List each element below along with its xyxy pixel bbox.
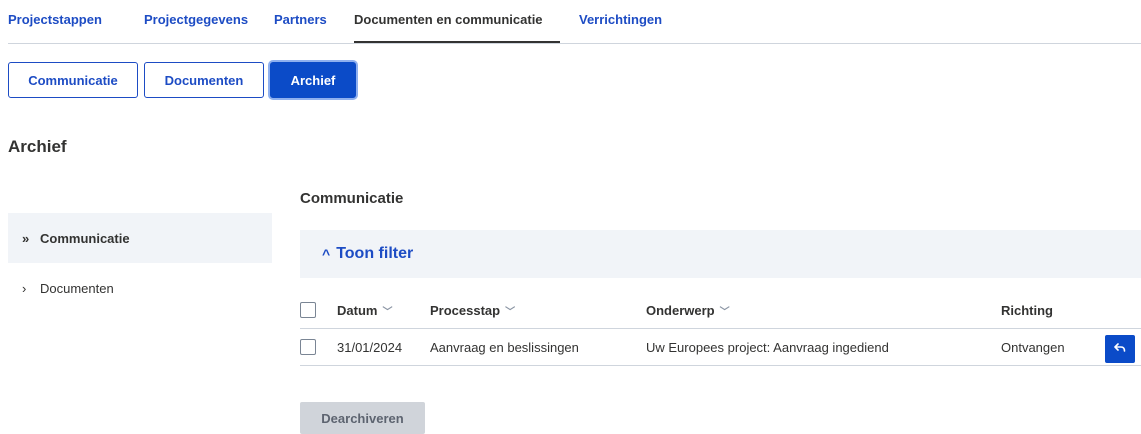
cell-richting: Ontvangen: [1001, 339, 1065, 355]
chevron-up-icon: ^: [322, 246, 331, 262]
tab-verrichtingen[interactable]: Verrichtingen: [579, 12, 662, 27]
filter-label: Toon filter: [336, 245, 414, 262]
content-title: Communicatie: [300, 190, 404, 207]
segment-communicatie-button[interactable]: Communicatie: [8, 62, 138, 98]
segment-documenten-button[interactable]: Documenten: [144, 62, 264, 98]
segment-archief-button[interactable]: Archief: [270, 62, 356, 98]
table-header-row: Datum ﹀ Processtap ﹀ Onderwerp ﹀ Richtin…: [300, 292, 1141, 329]
table-row: 31/01/2024 Aanvraag en beslissingen Uw E…: [300, 329, 1141, 366]
row-select-cell: [300, 329, 316, 365]
page-title: Archief: [8, 137, 67, 156]
reply-icon: [1114, 340, 1126, 358]
chevron-down-icon: ﹀: [505, 306, 516, 318]
column-header-richting: Richting: [1001, 292, 1053, 328]
dearchive-button[interactable]: Dearchiveren: [300, 402, 425, 434]
column-header-datum[interactable]: Datum ﹀: [337, 292, 392, 328]
column-label: Datum: [337, 302, 378, 318]
column-header-processtap[interactable]: Processtap ﹀: [430, 292, 515, 328]
sidebar-item-label: Communicatie: [40, 230, 130, 246]
tab-projectgegevens[interactable]: Projectgegevens: [144, 12, 248, 27]
tab-projectstappen[interactable]: Projectstappen: [8, 12, 102, 27]
sidebar-item-label: Documenten: [40, 280, 114, 296]
select-all-cell: [300, 292, 316, 328]
chevron-right-icon: ›: [22, 280, 27, 296]
cell-onderwerp[interactable]: Uw Europees project: Aanvraag ingediend: [646, 329, 889, 365]
reply-button[interactable]: [1105, 335, 1135, 363]
cell-processtap: Aanvraag en beslissingen: [430, 339, 579, 355]
cell-datum: 31/01/2024: [337, 339, 403, 355]
toggle-filter-button[interactable]: ^ Toon filter: [300, 230, 1141, 278]
sidebar-item-communicatie[interactable]: » Communicatie: [8, 213, 272, 263]
column-label: Richting: [1001, 302, 1053, 318]
column-label: Processtap: [430, 302, 501, 318]
row-checkbox[interactable]: [300, 339, 316, 355]
chevron-down-icon: ﹀: [382, 306, 393, 318]
chevron-down-icon: ﹀: [719, 306, 730, 318]
active-tab-indicator: [354, 41, 560, 43]
top-tab-bar: Projectstappen Projectgegevens Partners …: [8, 0, 1141, 44]
tab-partners[interactable]: Partners: [274, 12, 327, 27]
column-header-onderwerp[interactable]: Onderwerp ﹀: [646, 292, 730, 328]
select-all-checkbox[interactable]: [300, 302, 316, 318]
tab-documenten-en-communicatie[interactable]: Documenten en communicatie: [354, 12, 543, 27]
double-chevron-right-icon: »: [22, 230, 30, 246]
column-label: Onderwerp: [646, 302, 715, 318]
sidebar-item-documenten[interactable]: › Documenten: [8, 263, 272, 313]
